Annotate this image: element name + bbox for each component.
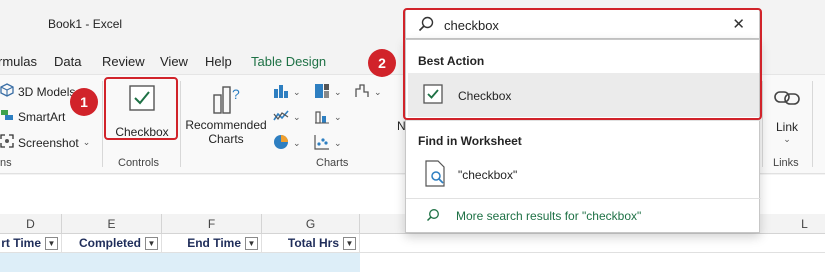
link-label: Link <box>775 120 798 134</box>
screenshot-icon <box>0 134 14 151</box>
window-title: Book1 - Excel <box>48 17 123 31</box>
tab-review[interactable]: Review <box>102 54 145 69</box>
column-header-f[interactable]: F <box>162 214 262 234</box>
scatter-chart-button[interactable]: ⌄ <box>314 134 342 153</box>
smartart-label: SmartArt <box>18 109 66 124</box>
column-header-e[interactable]: E <box>62 214 162 234</box>
group-divider <box>762 81 763 167</box>
screenshot-button[interactable]: Screenshot ⌄ <box>0 134 90 151</box>
tab-formulas[interactable]: rmulas <box>0 54 37 69</box>
filter-dropdown-icon[interactable]: ▼ <box>343 237 356 250</box>
group-divider <box>180 81 181 167</box>
header-total-hrs-label: Total Hrs <box>287 236 339 250</box>
hierarchy-chart-icon <box>314 83 330 102</box>
column-chart-button[interactable]: ⌄ <box>273 83 301 102</box>
chevron-down-icon: ⌄ <box>293 138 301 148</box>
svg-text:?: ? <box>232 86 240 102</box>
recommended-charts-label-1: Recommended <box>185 118 267 132</box>
smartart-icon <box>0 108 14 125</box>
find-in-worksheet-title: Find in Worksheet <box>418 134 522 148</box>
chevron-down-icon: ⌄ <box>374 87 382 97</box>
more-results-link[interactable]: More search results for "checkbox" <box>456 209 641 223</box>
filter-dropdown-icon[interactable]: ▼ <box>145 237 158 250</box>
chevron-down-icon: ⌄ <box>293 112 301 122</box>
column-header-g[interactable]: G <box>262 214 360 234</box>
tab-data[interactable]: Data <box>54 54 81 69</box>
divider <box>406 198 761 199</box>
chevron-down-icon: ⌄ <box>783 134 791 144</box>
pie-chart-icon <box>273 134 289 153</box>
illustrations-group-label: ns <box>0 157 12 169</box>
callout-badge-2: 2 <box>368 49 396 77</box>
pie-chart-button[interactable]: ⌄ <box>273 134 301 153</box>
recommended-charts-button[interactable]: ? Recommended Charts <box>184 83 268 146</box>
scatter-chart-icon <box>314 134 330 153</box>
header-start-time-label: rt Time <box>1 236 41 250</box>
chevron-down-icon: ⌄ <box>334 112 342 122</box>
waterfall-chart-icon <box>354 83 370 102</box>
recommended-charts-label-2: Charts <box>208 132 244 146</box>
3d-models-label: 3D Models <box>18 84 76 99</box>
document-search-icon <box>424 160 448 193</box>
link-icon <box>772 85 802 114</box>
chevron-down-icon: ⌄ <box>82 137 91 147</box>
chevron-down-icon: ⌄ <box>293 87 301 97</box>
waterfall-chart-button[interactable]: ⌄ <box>354 83 382 102</box>
cube-icon <box>0 83 14 100</box>
charts-group-label: Charts <box>316 157 349 169</box>
divider <box>406 120 761 121</box>
column-chart-icon <box>273 83 289 102</box>
header-completed-label: Completed <box>78 236 141 250</box>
group-divider <box>102 81 103 167</box>
line-chart-icon <box>273 108 289 127</box>
filter-dropdown-icon[interactable]: ▼ <box>45 237 58 250</box>
tab-table-design[interactable]: Table Design <box>251 54 326 69</box>
table-header-row: rt Time ▼ Completed ▼ End Time ▼ Total H… <box>0 234 825 253</box>
chevron-down-icon: ⌄ <box>334 87 342 97</box>
highlight-search-best-action <box>403 8 762 120</box>
filter-dropdown-icon[interactable]: ▼ <box>245 237 258 250</box>
column-header-l[interactable]: L <box>760 214 825 234</box>
highlight-checkbox-ribbon <box>104 77 178 140</box>
controls-group-label: Controls <box>118 157 159 169</box>
smartart-button[interactable]: SmartArt <box>0 108 65 125</box>
statistic-chart-button[interactable]: ⌄ <box>314 108 342 127</box>
search-icon <box>426 208 440 227</box>
table-row[interactable] <box>0 253 825 272</box>
group-divider <box>812 81 813 167</box>
statistic-chart-icon <box>314 108 330 127</box>
column-header-d[interactable]: D <box>0 214 62 234</box>
callout-badge-1: 1 <box>70 88 98 116</box>
worksheet-result-item[interactable]: "checkbox" <box>458 168 517 182</box>
recommended-charts-icon: ? <box>210 83 242 118</box>
tab-view[interactable]: View <box>160 54 188 69</box>
links-group-label: Links <box>773 157 799 169</box>
screenshot-label: Screenshot <box>18 135 79 150</box>
table-row-fill <box>0 253 360 272</box>
link-button[interactable]: Link ⌄ <box>768 85 806 145</box>
line-chart-button[interactable]: ⌄ <box>273 108 301 127</box>
chevron-down-icon: ⌄ <box>334 138 342 148</box>
tab-help[interactable]: Help <box>205 54 232 69</box>
hierarchy-chart-button[interactable]: ⌄ <box>314 83 342 102</box>
header-end-time-label: End Time <box>187 236 241 250</box>
